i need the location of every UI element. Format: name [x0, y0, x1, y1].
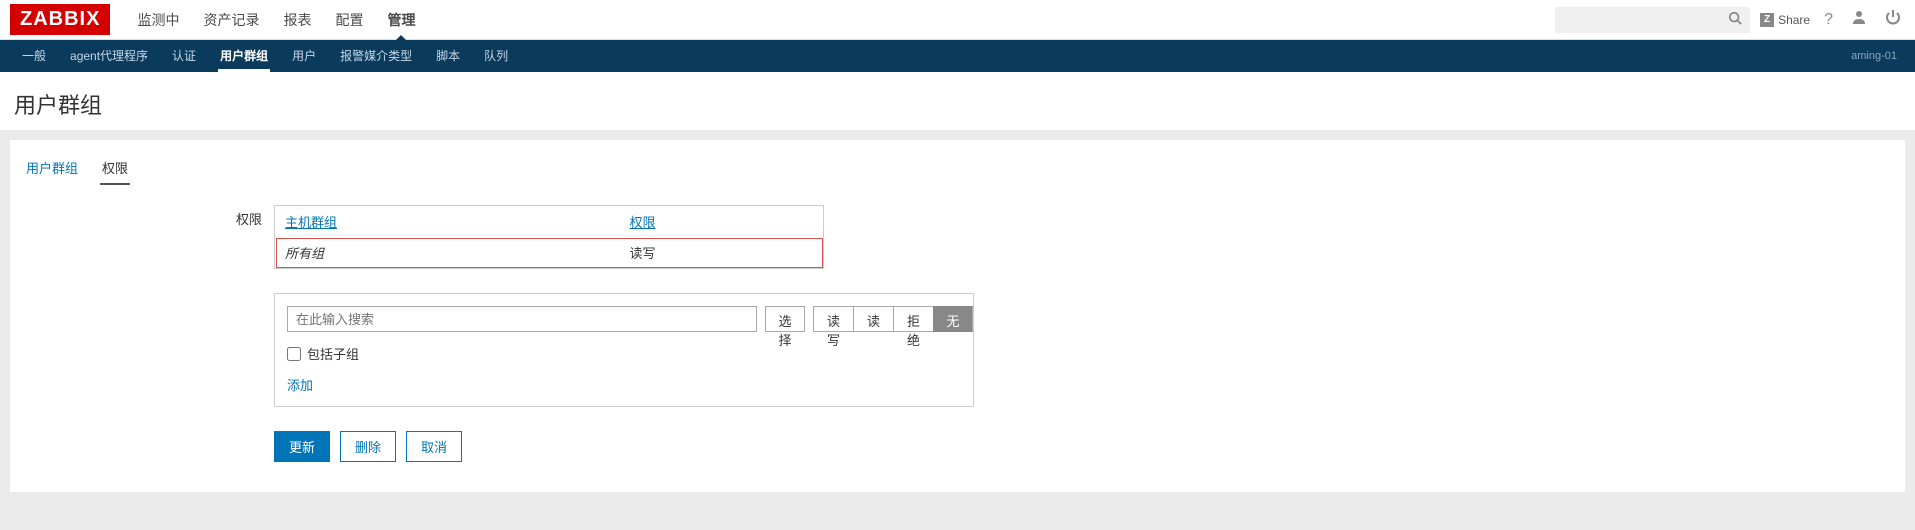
perm-table: 主机群组 权限 所有组 读写	[274, 205, 824, 269]
content-panel: 用户群组 权限 权限 主机群组 权限 所有组 读写	[10, 140, 1905, 492]
header-host-group[interactable]: 主机群组	[285, 215, 337, 230]
perm-label: 权限	[24, 205, 274, 228]
include-sub-label: 包括子组	[307, 344, 359, 363]
form-area: 权限 主机群组 权限 所有组 读写	[10, 185, 1905, 492]
sub-nav-proxies[interactable]: agent代理程序	[58, 40, 160, 72]
bottom-buttons: 更新 删除 取消	[274, 431, 974, 462]
top-nav: ZABBIX 监测中 资产记录 报表 配置 管理 Z Share ?	[0, 0, 1915, 40]
global-search[interactable]	[1555, 7, 1750, 33]
sub-nav-users[interactable]: 用户	[280, 40, 328, 72]
update-button[interactable]: 更新	[274, 431, 330, 462]
sub-nav: 一般 agent代理程序 认证 用户群组 用户 报警媒介类型 脚本 队列 ami…	[0, 40, 1915, 72]
controls-top: 选择 读写 读 拒绝 无	[287, 306, 961, 332]
tab-user-group[interactable]: 用户群组	[24, 152, 80, 185]
perm-row-value: 读写	[620, 237, 824, 269]
page-title: 用户群组	[14, 88, 1901, 120]
perm-btn-deny[interactable]: 拒绝	[893, 306, 933, 332]
include-sub-checkbox[interactable]	[287, 347, 301, 361]
content-wrapper: 用户群组 权限 权限 主机群组 权限 所有组 读写	[0, 130, 1915, 530]
sub-nav-queue[interactable]: 队列	[472, 40, 520, 72]
top-menu-inventory[interactable]: 资产记录	[191, 0, 271, 40]
top-menu-admin[interactable]: 管理	[375, 0, 427, 40]
delete-button[interactable]: 删除	[340, 431, 396, 462]
perm-btn-rw[interactable]: 读写	[813, 306, 853, 332]
top-menu-config[interactable]: 配置	[323, 0, 375, 40]
top-menu-monitoring[interactable]: 监测中	[125, 0, 191, 40]
select-button[interactable]: 选择	[765, 306, 805, 332]
sub-nav-media-types[interactable]: 报警媒介类型	[328, 40, 424, 72]
perm-content: 主机群组 权限 所有组 读写 选择 读写	[274, 205, 974, 462]
sub-nav-scripts[interactable]: 脚本	[424, 40, 472, 72]
perm-btn-group: 读写 读 拒绝 无	[813, 306, 973, 332]
header-permission[interactable]: 权限	[630, 215, 656, 230]
tab-permissions[interactable]: 权限	[100, 152, 130, 185]
perm-btn-r[interactable]: 读	[853, 306, 893, 332]
share-z-icon: Z	[1760, 13, 1774, 27]
help-icon[interactable]: ?	[1820, 11, 1837, 29]
share-button[interactable]: Z Share	[1760, 13, 1810, 27]
logo[interactable]: ZABBIX	[10, 4, 110, 35]
top-right: Z Share ?	[1555, 7, 1905, 33]
perm-btn-none[interactable]: 无	[933, 306, 973, 332]
controls-box: 选择 读写 读 拒绝 无 包括子组 添加	[274, 293, 974, 407]
group-search-input[interactable]	[287, 306, 757, 332]
server-name: aming-01	[1851, 50, 1905, 62]
share-label: Share	[1778, 13, 1810, 27]
form-row-permissions: 权限 主机群组 权限 所有组 读写	[24, 205, 1891, 462]
cancel-button[interactable]: 取消	[406, 431, 462, 462]
include-sub-row: 包括子组	[287, 344, 961, 363]
add-link[interactable]: 添加	[287, 375, 961, 394]
search-icon	[1728, 11, 1742, 28]
sub-nav-user-groups[interactable]: 用户群组	[208, 40, 280, 72]
user-icon[interactable]	[1847, 9, 1871, 30]
tab-bar: 用户群组 权限	[10, 140, 1905, 185]
top-menu: 监测中 资产记录 报表 配置 管理	[125, 0, 1555, 40]
top-menu-reports[interactable]: 报表	[271, 0, 323, 40]
page-header: 用户群组	[0, 72, 1915, 130]
perm-table-row: 所有组 读写	[275, 237, 824, 269]
perm-row-group: 所有组	[275, 237, 620, 269]
sub-nav-general[interactable]: 一般	[10, 40, 58, 72]
perm-table-header: 主机群组 权限	[275, 206, 824, 238]
sub-nav-auth[interactable]: 认证	[160, 40, 208, 72]
power-icon[interactable]	[1881, 9, 1905, 30]
sub-nav-left: 一般 agent代理程序 认证 用户群组 用户 报警媒介类型 脚本 队列	[10, 40, 1851, 72]
